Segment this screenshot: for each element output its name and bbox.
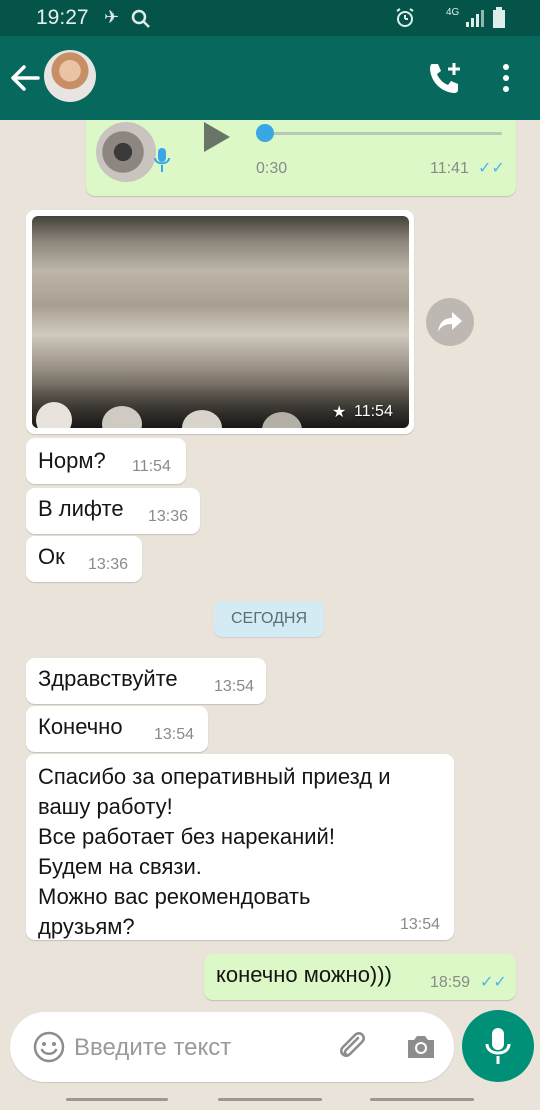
photo-image[interactable] <box>32 216 409 428</box>
voice-duration: 0:30 <box>256 160 288 177</box>
emoji-icon[interactable] <box>32 1030 66 1064</box>
signal-icon <box>466 10 484 27</box>
message-text: В лифте <box>38 496 124 521</box>
more-options-icon[interactable] <box>494 60 518 96</box>
message-line: Можно вас рекомендовать <box>38 884 311 909</box>
photo-time: 11:54 <box>354 403 393 420</box>
message-line: Будем на связи. <box>38 854 202 879</box>
camera-icon[interactable] <box>404 1030 438 1064</box>
voice-progress-track[interactable] <box>264 132 502 135</box>
message-text: Здравствуйте <box>38 666 178 691</box>
message-time: 18:59 <box>430 974 471 991</box>
message-bubble[interactable]: Ок 13:36 <box>26 536 142 582</box>
nav-home-button[interactable] <box>218 1098 322 1101</box>
outgoing-message[interactable]: конечно можно))) 18:59 ✓✓ <box>204 954 516 1000</box>
alarm-icon <box>396 8 414 27</box>
message-time: 11:54 <box>132 458 171 475</box>
message-line: Все работает без нареканий! <box>38 824 335 849</box>
message-line: Спасибо за оперативный приезд и <box>38 764 391 789</box>
voice-progress-knob[interactable] <box>256 124 274 142</box>
back-arrow-icon[interactable] <box>8 58 42 98</box>
search-icon <box>131 9 150 28</box>
airplane-icon: ✈ <box>104 7 120 27</box>
read-receipt-icon: ✓✓ <box>480 974 507 991</box>
message-line: вашу работу! <box>38 794 173 819</box>
message-time: 13:36 <box>88 556 129 573</box>
attach-icon[interactable] <box>334 1028 370 1064</box>
message-text: Конечно <box>38 714 123 739</box>
message-time: 13:54 <box>400 916 441 933</box>
message-text: Норм? <box>38 448 106 473</box>
message-text: конечно можно))) <box>216 962 392 987</box>
add-call-icon[interactable] <box>426 60 466 96</box>
forward-button[interactable] <box>426 298 474 346</box>
status-time: 19:27 <box>36 6 89 29</box>
mic-badge-icon <box>154 148 170 172</box>
message-text: Спасибо за оперативный приезд и вашу раб… <box>38 762 448 942</box>
voice-message[interactable]: 0:30 11:41 ✓✓ <box>86 120 516 196</box>
message-bubble[interactable]: Норм? 11:54 <box>26 438 186 484</box>
message-bubble[interactable]: Здравствуйте 13:54 <box>26 658 266 704</box>
play-icon[interactable] <box>200 120 234 154</box>
battery-icon <box>493 7 505 28</box>
message-time: 13:36 <box>148 508 189 525</box>
forward-icon <box>438 312 462 332</box>
voice-sender-avatar <box>96 122 156 182</box>
nav-recent-button[interactable] <box>66 1098 168 1101</box>
nav-back-button[interactable] <box>370 1098 474 1101</box>
star-icon: ★ <box>332 404 347 421</box>
chat-header <box>0 36 540 120</box>
system-nav-bar <box>0 1090 540 1110</box>
message-text: Ок <box>38 544 65 569</box>
message-bubble-long[interactable]: Спасибо за оперативный приезд и вашу раб… <box>26 754 454 940</box>
date-divider: СЕГОДНЯ <box>214 601 324 637</box>
read-receipt-icon: ✓✓ <box>478 160 505 177</box>
voice-time: 11:41 <box>430 160 469 177</box>
status-bar: 19:27 ✈ 4G <box>0 0 540 36</box>
message-line: друзьям? <box>38 914 135 939</box>
network-type: 4G <box>446 7 460 18</box>
message-input[interactable] <box>72 1024 336 1072</box>
contact-avatar[interactable] <box>44 50 96 102</box>
message-bubble[interactable]: Конечно 13:54 <box>26 706 208 752</box>
microphone-icon <box>485 1028 511 1064</box>
voice-record-button[interactable] <box>462 1010 534 1082</box>
message-time: 13:54 <box>214 678 255 695</box>
message-bubble[interactable]: В лифте 13:36 <box>26 488 200 534</box>
message-composer <box>10 1012 454 1082</box>
message-time: 13:54 <box>154 726 195 743</box>
chat-area[interactable]: 0:30 11:41 ✓✓ ★ 11:54 Норм? 11:54 В лифт… <box>0 120 540 1020</box>
